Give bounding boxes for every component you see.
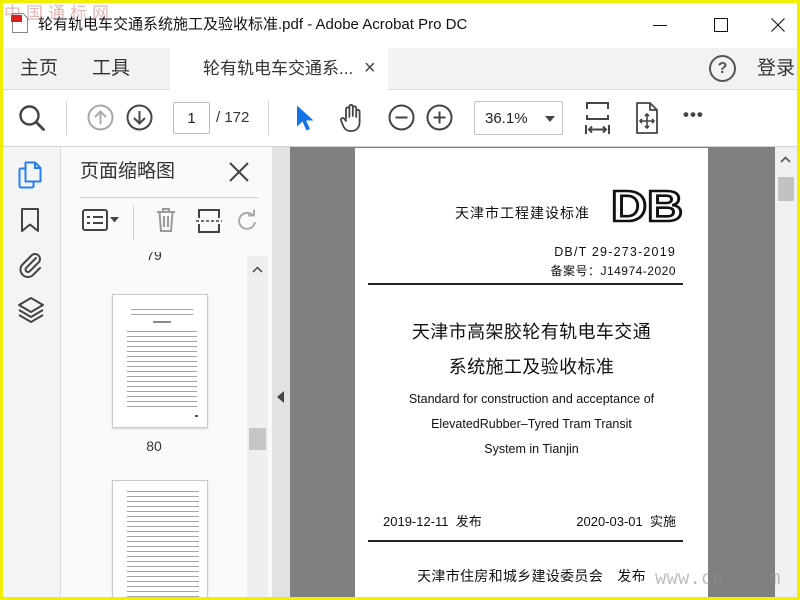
svg-text:DB: DB [611, 188, 683, 224]
navigation-rail [0, 147, 61, 600]
document-tab-label: 轮有轨电车交通系... [203, 59, 354, 78]
close-icon[interactable] [771, 18, 785, 32]
chevron-down-icon[interactable] [110, 217, 119, 223]
thumbnail-scrollbar[interactable] [247, 256, 268, 600]
tab-close-button[interactable]: × [364, 57, 376, 79]
toolbar-divider [66, 101, 67, 135]
title-zh-line2: 系统施工及验收标准 [448, 357, 615, 377]
main-toolbar: / 172 36.1% ••• [0, 90, 800, 147]
thumbnail-list: 79 80 [61, 252, 247, 600]
footer-rule [368, 540, 683, 542]
page-total: / 172 [216, 109, 250, 126]
fit-page-icon[interactable] [584, 101, 611, 135]
thumbnail-label: 80 [146, 438, 162, 454]
chevron-up-icon[interactable] [780, 156, 791, 163]
page-thumbnail[interactable] [112, 480, 208, 600]
watermark-top-left: 中国通标网 [4, 4, 114, 23]
watermark-bottom-right-end: m [769, 567, 781, 589]
page-thumbnails-icon[interactable] [18, 161, 43, 189]
thumbnail-text-lines [127, 491, 199, 599]
hand-tool-icon[interactable] [336, 102, 368, 134]
collapse-left-icon[interactable] [277, 391, 285, 403]
select-cursor-icon[interactable] [294, 104, 316, 132]
zoom-value: 36.1% [485, 110, 528, 127]
implement-date: 2020-03-01 实施 [576, 514, 676, 529]
thumbnail-label: 79 [146, 252, 162, 263]
zoom-in-icon[interactable] [426, 104, 453, 131]
panel-toolbar-divider [133, 206, 134, 240]
panel-title: 页面缩略图 [80, 161, 176, 182]
close-icon[interactable] [228, 161, 250, 183]
record-number: 备案号：J14974-2020 [550, 264, 676, 278]
previous-page-icon[interactable] [87, 104, 114, 131]
title-zh-line1: 天津市高架胶轮有轨电车交通 [411, 322, 652, 342]
bookmark-icon[interactable] [20, 207, 40, 233]
zoom-select[interactable]: 36.1% [474, 101, 563, 135]
thumbnail-mark [195, 415, 198, 417]
menu-home[interactable]: 主页 [20, 57, 58, 81]
document-scrollbar[interactable] [775, 147, 797, 600]
title-en-line1: Standard for construction and acceptance… [408, 392, 655, 406]
thumbnail-heading [153, 321, 171, 323]
scrollbar-thumb[interactable] [249, 428, 266, 450]
paperclip-icon[interactable] [17, 250, 44, 278]
header-rule [368, 283, 683, 285]
pdf-page: 天津市工程建设标准 DB DB/T 29-273-2019 备案号：J14974… [355, 148, 708, 600]
menu-bar: 主页 工具 轮有轨电车交通系... × ? 登录 [0, 48, 800, 90]
title-en-line2: ElevatedRubber–Tyred Tram Transit [431, 417, 632, 431]
page-move-icon[interactable] [633, 101, 660, 135]
page-number-input[interactable] [173, 102, 210, 134]
maximize-icon[interactable] [714, 18, 728, 32]
thumbnails-panel: 页面缩略图 79 80 [61, 147, 272, 600]
release-date: 2019-12-11 发布 [383, 514, 482, 529]
more-tools-button[interactable]: ••• [683, 104, 704, 126]
document-viewport[interactable]: 天津市工程建设标准 DB DB/T 29-273-2019 备案号：J14974… [290, 147, 775, 600]
menu-tools[interactable]: 工具 [92, 57, 130, 81]
help-button[interactable]: ? [709, 55, 736, 82]
minimize-icon[interactable] [652, 18, 668, 32]
title-bar: 轮有轨电车交通系统施工及验收标准.pdf - Adobe Acrobat Pro… [0, 0, 800, 48]
chevron-down-icon [545, 116, 555, 122]
panel-splitter[interactable] [272, 147, 290, 600]
title-en-line3: System in Tianjin [484, 442, 579, 456]
layers-icon[interactable] [17, 296, 45, 326]
next-page-icon[interactable] [126, 104, 153, 131]
standard-number: DB/T 29-273-2019 [554, 245, 676, 259]
thumbnail-options-icon[interactable] [82, 209, 108, 231]
trash-icon[interactable] [155, 207, 177, 233]
sign-in-button[interactable]: 登录 [757, 57, 795, 81]
split-page-icon[interactable] [196, 208, 222, 234]
watermark-bottom-right-start: www.cn [655, 567, 724, 589]
rotate-icon[interactable] [237, 208, 259, 232]
db-logo: DB [609, 188, 685, 224]
panel-divider [80, 197, 258, 198]
document-tab[interactable]: 轮有轨电车交通系... × [170, 48, 388, 90]
scrollbar-thumb[interactable] [778, 177, 794, 201]
page-thumbnail[interactable] [112, 294, 208, 428]
search-icon[interactable] [18, 104, 46, 132]
thumbnail-text-lines [127, 331, 197, 407]
toolbar-divider [268, 101, 269, 135]
thumbnail-text-lines [131, 309, 193, 315]
issuer-header: 天津市工程建设标准 [455, 205, 590, 221]
chevron-up-icon[interactable] [252, 266, 263, 273]
zoom-out-icon[interactable] [388, 104, 415, 131]
